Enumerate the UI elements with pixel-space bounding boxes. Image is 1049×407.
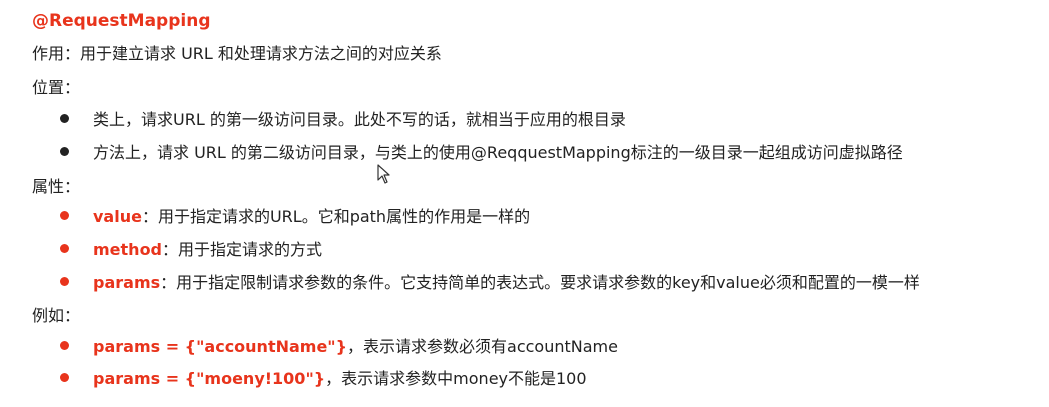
attribute-desc: ：用于指定请求的方式 <box>162 240 323 259</box>
location-heading: 位置： <box>32 78 81 97</box>
document-page: @RequestMapping 作用：用于建立请求 URL 和处理请求方法之间的… <box>0 0 1049 407</box>
example-desc: ，表示请求参数中money不能是100 <box>325 369 587 388</box>
examples-heading: 例如： <box>32 306 81 325</box>
bullet-icon <box>60 277 69 286</box>
bullet-icon <box>60 373 69 382</box>
example-key: params = {"accountName"} <box>93 337 348 356</box>
attribute-key: params <box>93 273 161 292</box>
attribute-desc: ：用于指定限制请求参数的条件。它支持简单的表达式。要求请求参数的key和valu… <box>160 273 920 292</box>
location-item-text: 类上，请求URL 的第一级访问目录。此处不写的话，就相当于应用的根目录 <box>93 110 626 129</box>
attribute-item: value：用于指定请求的URL。它和path属性的作用是一样的 <box>60 206 530 228</box>
bullet-icon <box>60 341 69 350</box>
location-item: 类上，请求URL 的第一级访问目录。此处不写的话，就相当于应用的根目录 <box>60 109 626 131</box>
example-item: params = {"accountName"}，表示请求参数必须有accoun… <box>60 336 618 358</box>
example-key: params = {"moeny!100"} <box>93 369 326 388</box>
mouse-pointer-icon <box>377 164 390 184</box>
bullet-icon <box>60 147 69 156</box>
attribute-item: params：用于指定限制请求参数的条件。它支持简单的表达式。要求请求参数的ke… <box>60 272 920 294</box>
page-title: @RequestMapping <box>32 11 211 31</box>
location-item-text: 方法上，请求 URL 的第二级访问目录，与类上的使用@ReqquestMappi… <box>93 143 903 162</box>
bullet-icon <box>60 114 69 123</box>
purpose-text: 作用：用于建立请求 URL 和处理请求方法之间的对应关系 <box>32 44 442 63</box>
attribute-desc: ：用于指定请求的URL。它和path属性的作用是一样的 <box>141 207 531 226</box>
location-item: 方法上，请求 URL 的第二级访问目录，与类上的使用@ReqquestMappi… <box>60 142 903 164</box>
bullet-icon <box>60 211 69 220</box>
attributes-heading: 属性： <box>32 177 81 196</box>
attribute-item: method：用于指定请求的方式 <box>60 239 322 261</box>
example-desc: ，表示请求参数必须有accountName <box>347 337 618 356</box>
attribute-key: method <box>93 240 163 259</box>
attribute-key: value <box>93 207 142 226</box>
bullet-icon <box>60 244 69 253</box>
example-item: params = {"moeny!100"}，表示请求参数中money不能是10… <box>60 368 587 390</box>
